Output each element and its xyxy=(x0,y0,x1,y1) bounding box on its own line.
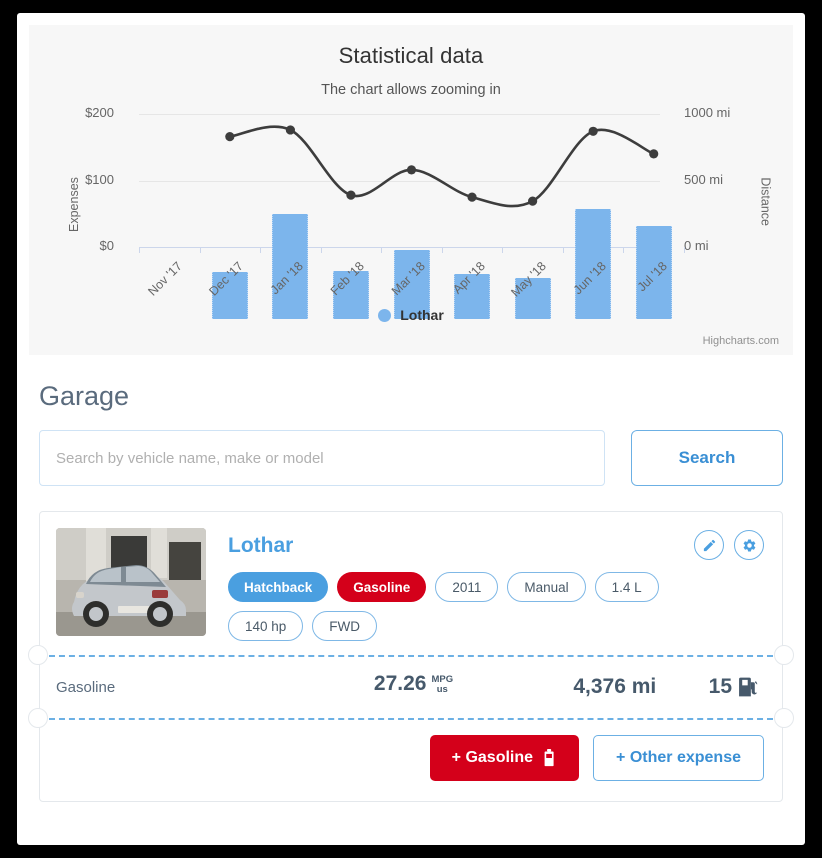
vehicle-info: Lothar Hatchback Gasoline 2011 Manual 1.4 L 1… xyxy=(206,528,766,641)
vehicle-tag-list: Hatchback Gasoline 2011 Manual 1.4 L 140 hp FW… xyxy=(228,572,698,641)
x-axis-labels: Nov '17 Dec '17 Jan '18 Feb '18 Mar '18 Apr '… xyxy=(139,247,685,307)
y-tick-left: $100 xyxy=(85,171,114,187)
line-marker[interactable] xyxy=(225,132,235,142)
card-divider-bottom xyxy=(28,708,794,728)
vehicle-tag[interactable]: 2011 xyxy=(435,572,499,602)
x-tick xyxy=(623,247,625,253)
vehicle-card-header: Lothar Hatchback Gasoline 2011 Manual 1.4 L 1… xyxy=(40,512,782,655)
x-tick xyxy=(684,247,685,253)
x-tick xyxy=(502,247,504,253)
line-marker[interactable] xyxy=(346,190,356,200)
x-axis-label: Jun '18 xyxy=(570,259,610,298)
y-tick-right: 0 mi xyxy=(684,238,709,253)
mpg-unit-bottom: us xyxy=(436,683,448,695)
x-axis-label: Apr '18 xyxy=(450,259,488,297)
vehicle-tag[interactable]: Hatchback xyxy=(228,572,329,602)
pencil-icon xyxy=(703,539,715,551)
x-tick xyxy=(260,247,262,253)
search-button[interactable]: Search xyxy=(631,430,783,486)
add-other-expense-button[interactable]: + Other expense xyxy=(593,735,764,781)
vehicle-stats-row: Gasoline 27.26 MPG us 4,376 mi 15 xyxy=(40,656,782,718)
chart-credit[interactable]: Highcharts.com xyxy=(703,335,779,347)
legend-item-lothar[interactable]: Lothar xyxy=(400,307,444,323)
vehicle-name[interactable]: Lothar xyxy=(228,534,766,558)
fuel-pump-icon xyxy=(739,677,758,697)
line-marker[interactable] xyxy=(406,165,417,175)
card-divider-top xyxy=(28,645,794,665)
chart-line-series xyxy=(225,125,659,208)
stat-fuel-type: Gasoline xyxy=(56,678,116,696)
fuel-can-icon xyxy=(544,749,554,767)
x-axis-label: May '18 xyxy=(507,259,549,300)
vehicle-card: Lothar Hatchback Gasoline 2011 Manual 1.4 L 1… xyxy=(28,511,794,802)
garage-heading: Garage xyxy=(39,381,130,411)
chart-legend[interactable]: Lothar xyxy=(29,307,793,323)
stat-fillups-value: 15 xyxy=(708,675,732,698)
gear-icon xyxy=(743,538,755,552)
x-tick xyxy=(562,247,564,253)
y-tick-right: 1000 mi xyxy=(684,105,731,120)
divider-notch-left-2 xyxy=(28,708,48,728)
line-marker[interactable] xyxy=(588,126,598,136)
add-gasoline-button[interactable]: + Gasoline xyxy=(429,735,580,781)
divider-notch-right-2 xyxy=(774,708,794,728)
vehicle-tag[interactable]: Manual xyxy=(507,572,586,602)
y-axis-title-distance: Distance xyxy=(759,177,773,226)
x-axis-label: Dec '17 xyxy=(206,259,246,299)
edit-vehicle-button[interactable] xyxy=(694,530,724,560)
x-axis-label: Mar '18 xyxy=(388,259,428,299)
stat-consumption-value: 27.26 xyxy=(373,671,427,695)
x-tick xyxy=(320,247,322,253)
stat-consumption-unit: MPG us xyxy=(431,674,453,695)
vehicle-tag[interactable]: 140 hp xyxy=(228,611,304,641)
x-tick xyxy=(441,247,443,253)
chart-plot-area[interactable]: Expenses Distance $0 0 mi $100 500 mi $200 10… xyxy=(29,104,793,319)
x-axis-label: Feb '18 xyxy=(327,259,367,299)
x-tick xyxy=(199,247,201,253)
chart-title: Statistical data xyxy=(338,43,484,68)
y-tick-left: $200 xyxy=(85,105,114,120)
vehicle-thumbnail[interactable] xyxy=(56,528,206,636)
line-path xyxy=(228,125,656,208)
x-tick xyxy=(139,247,140,253)
divider-notch-right xyxy=(774,645,794,665)
search-input[interactable] xyxy=(39,430,605,486)
vehicle-card-footer: + Gasoline + Other expense xyxy=(40,719,782,801)
legend-color-swatch xyxy=(378,308,392,322)
y-tick-right: 500 mi xyxy=(684,171,724,187)
vehicle-settings-button[interactable] xyxy=(734,530,764,560)
add-gasoline-label: + Gasoline xyxy=(451,749,534,766)
divider-notch-left xyxy=(28,645,48,665)
statistics-chart[interactable]: Statistical data The chart allows zoomin… xyxy=(29,25,793,355)
line-marker[interactable] xyxy=(528,196,538,206)
stat-distance: 4,376 mi xyxy=(573,675,657,698)
x-tick xyxy=(381,247,383,253)
x-axis-label: Jan '18 xyxy=(268,259,307,298)
y-tick-left: $0 xyxy=(99,238,114,253)
search-row: Search xyxy=(39,430,783,486)
vehicle-card-actions xyxy=(694,530,764,560)
vehicle-tag[interactable]: Gasoline xyxy=(337,572,427,602)
vehicle-tag[interactable]: FWD xyxy=(312,611,378,641)
stat-consumption: 27.26 MPG us xyxy=(306,672,521,703)
vehicle-tag[interactable]: 1.4 L xyxy=(594,572,659,602)
chart-subtitle: The chart allows zooming in xyxy=(321,82,501,98)
line-marker[interactable] xyxy=(467,192,477,202)
x-axis-label: Nov '17 xyxy=(145,259,186,299)
line-marker[interactable] xyxy=(649,149,659,159)
app-page: Statistical data The chart allows zoomin… xyxy=(17,13,805,845)
line-marker[interactable] xyxy=(285,125,295,135)
stat-fillups: 15 xyxy=(709,675,758,699)
